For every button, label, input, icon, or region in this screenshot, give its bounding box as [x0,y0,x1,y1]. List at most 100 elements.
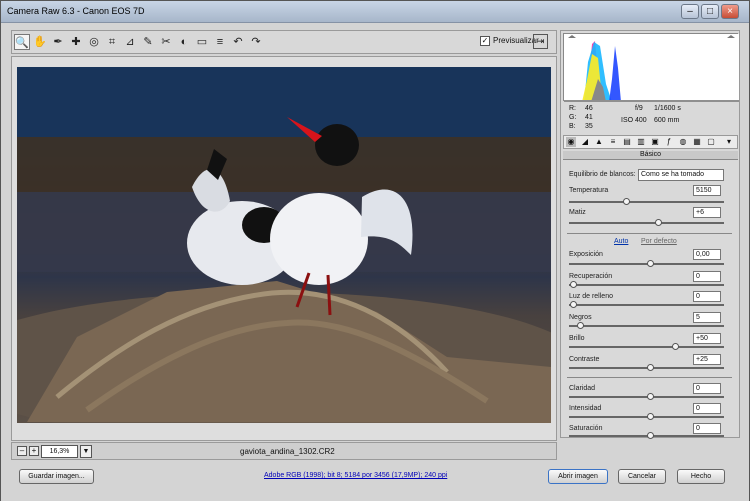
fill-light-value[interactable]: 0 [693,291,721,302]
contrast-value[interactable]: +25 [693,354,721,365]
exposure-value[interactable]: 0,00 [693,249,721,260]
auto-link[interactable]: Auto [614,238,628,245]
preview-status-bar: – + 16,3% ▼ gaviota_andina_1302.CR2 [11,442,557,460]
r-value: 46 [585,105,593,112]
brush-icon[interactable]: ◐ [176,34,192,50]
tone-curve-tab-icon[interactable]: ◢ [580,137,590,147]
brightness-value[interactable]: +50 [693,333,721,344]
adjustments-panel: R: 46 G: 41 B: 35 f/9 1/1600 s ISO 400 6… [560,30,740,439]
hand-tool-icon[interactable]: ✋ [32,34,48,50]
crop-icon[interactable]: ⌗ [104,34,120,50]
camera-calibration-tab-icon[interactable]: ◍ [678,137,688,147]
open-image-button[interactable]: Abrir imagen [548,469,608,484]
exposure-knob[interactable] [647,260,654,267]
blacks-value[interactable]: 5 [693,312,721,323]
iso-value: ISO 400 [621,117,647,124]
zoom-in-button[interactable]: + [29,446,39,456]
spot-removal-icon[interactable]: ✎ [140,34,156,50]
lens-tab-icon[interactable]: ▥ [636,137,646,147]
toolbar: 🔍 ✋ ✒ ✚ ◎ ⌗ ⊿ ✎ ✂ ◐ ▭ ≡ ↶ ↷ ✓ Previsuali… [11,30,557,54]
temperature-knob[interactable] [623,198,630,205]
workflow-options-link[interactable]: Adobe RGB (1998); bit 8; 5184 por 3456 (… [264,472,447,479]
graduated-filter-icon[interactable]: ▭ [194,34,210,50]
vibrance-slider[interactable] [569,413,724,420]
focal-value: 600 mm [654,117,680,124]
fill-light-slider[interactable] [569,301,724,308]
straighten-icon[interactable]: ⊿ [122,34,138,50]
brightness-slider[interactable] [569,343,724,350]
saturation-value[interactable]: 0 [693,423,721,434]
save-image-button[interactable]: Guardar imagen... [19,469,94,484]
target-adjust-icon[interactable]: ◎ [86,34,102,50]
seagull-photo [17,67,551,423]
color-sampler-icon[interactable]: ✚ [68,34,84,50]
clarity-label: Claridad [569,385,596,392]
tint-value[interactable]: +6 [693,207,721,218]
temperature-slider[interactable] [569,198,724,205]
panel-menu-icon[interactable]: ▾ [724,137,734,147]
red-eye-icon[interactable]: ✂ [158,34,174,50]
maximize-button[interactable]: □ [701,4,719,19]
fill-light-knob[interactable] [570,301,577,308]
fill-light-label: Luz de relleno [569,293,613,300]
blacks-knob[interactable] [577,322,584,329]
exposure-label: Exposición [569,251,603,258]
zoom-dropdown-icon[interactable]: ▼ [80,445,92,458]
blacks-label: Negros [569,314,592,321]
fullscreen-icon[interactable]: ⇥ [533,34,548,49]
temperature-value[interactable]: 5150 [693,185,721,196]
image-preview-area[interactable] [11,56,557,441]
saturation-label: Saturación [569,425,603,432]
recovery-knob[interactable] [570,281,577,288]
rotate-right-icon[interactable]: ↷ [248,34,264,50]
recovery-slider[interactable] [569,281,724,288]
zoom-level[interactable]: 16,3% [41,445,78,458]
aperture-value: f/9 [635,105,643,112]
brightness-knob[interactable] [672,343,679,350]
shutter-value: 1/1600 s [654,105,681,112]
recovery-label: Recuperación [569,273,613,280]
done-button[interactable]: Hecho [677,469,725,484]
clarity-knob[interactable] [647,393,654,400]
preferences-icon[interactable]: ≡ [212,34,228,50]
presets-tab-icon[interactable]: ▦ [692,137,702,147]
exposure-slider[interactable] [569,260,724,267]
eyedropper-icon[interactable]: ✒ [50,34,66,50]
contrast-knob[interactable] [647,364,654,371]
title-bar: Camera Raw 6.3 - Canon EOS 7D – □ × [1,1,749,23]
minimize-button[interactable]: – [681,4,699,19]
zoom-tool-icon[interactable]: 🔍 [14,34,30,50]
saturation-slider[interactable] [569,432,724,439]
zoom-out-button[interactable]: – [17,446,27,456]
temperature-label: Temperatura [569,187,609,194]
r-label: R: [569,105,576,112]
default-link[interactable]: Por defecto [641,238,677,245]
contrast-slider[interactable] [569,364,724,371]
snapshots-tab-icon[interactable]: ▢ [706,137,716,147]
tint-knob[interactable] [655,219,662,226]
effects-tab-icon[interactable]: ▣ [650,137,660,147]
hsl-tab-icon[interactable]: ≡ [608,137,618,147]
detail-tab-icon[interactable]: ▲ [594,137,604,147]
recovery-value[interactable]: 0 [693,271,721,282]
preview-checkbox[interactable]: ✓ [480,36,490,46]
tint-slider[interactable] [569,219,724,226]
vibrance-value[interactable]: 0 [693,403,721,414]
split-tone-tab-icon[interactable]: ▤ [622,137,632,147]
blacks-slider[interactable] [569,322,724,329]
photo-svg [17,67,551,423]
clarity-value[interactable]: 0 [693,383,721,394]
color-readouts: R: 46 G: 41 B: 35 f/9 1/1600 s ISO 400 6… [563,103,738,135]
clarity-slider[interactable] [569,393,724,400]
b-label: B: [569,123,576,130]
white-balance-select[interactable]: Como se ha tomado [638,169,724,181]
cancel-button[interactable]: Cancelar [618,469,666,484]
saturation-knob[interactable] [647,432,654,439]
basic-tab-icon[interactable]: ◉ [566,137,576,147]
rotate-left-icon[interactable]: ↶ [230,34,246,50]
vibrance-label: Intensidad [569,405,602,412]
vibrance-knob[interactable] [647,413,654,420]
close-button[interactable]: × [721,4,739,19]
panel-divider-1 [567,233,732,234]
fx-tab-icon[interactable]: ƒ [664,137,674,147]
